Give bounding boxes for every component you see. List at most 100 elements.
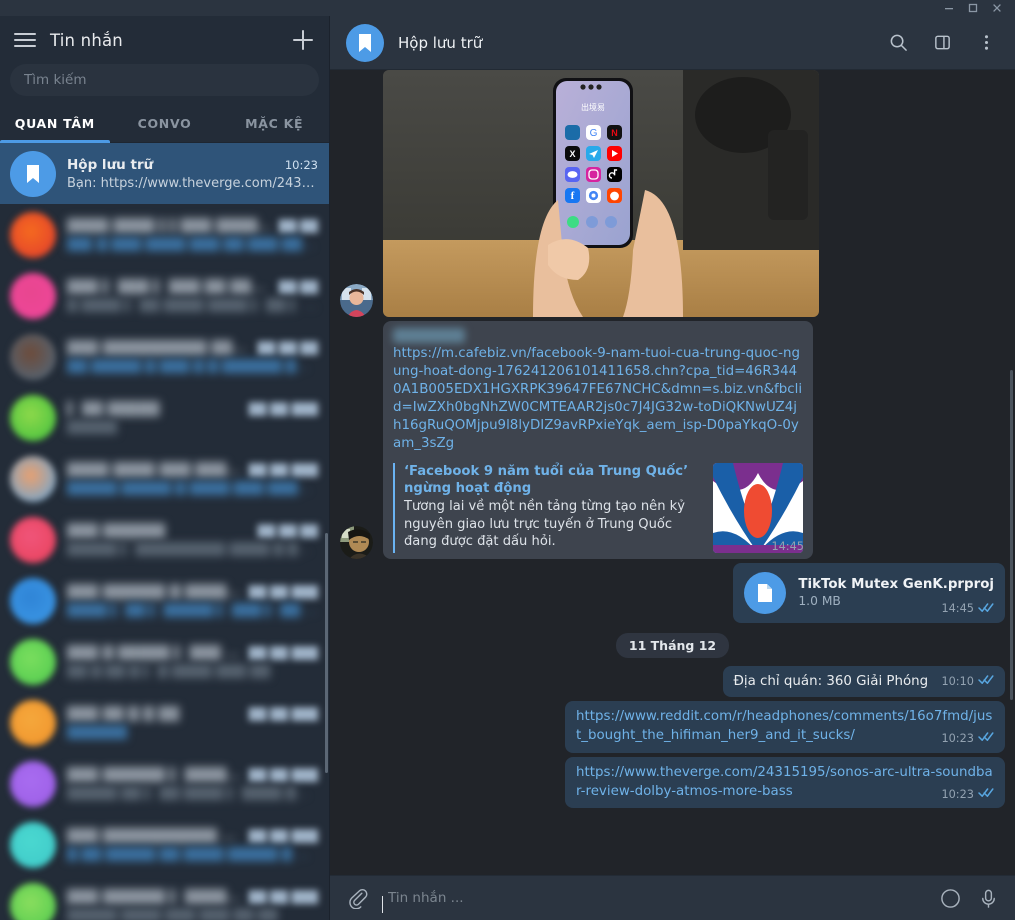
chat-item-preview: █████ ▌ █████████ ████ █ █████ <box>67 541 318 557</box>
chat-item-top: ███ █ █████ ▌ ███ ███ ▌ █████ ██ ██ ███ <box>67 645 318 661</box>
message-meta: 10:23 <box>941 787 994 803</box>
message-input-wrap[interactable] <box>382 890 925 913</box>
message-url[interactable]: https://www.reddit.com/r/headphones/comm… <box>576 709 992 743</box>
avatar[interactable] <box>10 150 56 197</box>
chat-title: Hộp lưu trữ <box>398 33 483 52</box>
window-minimize-button[interactable] <box>937 0 961 16</box>
chat-item-name: ███ ██████ ▌ ██████ <box>67 766 243 783</box>
search-icon[interactable] <box>883 28 913 58</box>
message-link-reddit[interactable]: https://www.reddit.com/r/headphones/comm… <box>340 701 1005 753</box>
message-url[interactable]: https://www.theverge.com/24315195/sonos-… <box>576 765 993 799</box>
document-icon[interactable] <box>744 571 787 614</box>
avatar[interactable] <box>10 272 56 319</box>
messages-scrollbar[interactable] <box>1010 370 1013 700</box>
sticker-icon[interactable] <box>937 885 963 911</box>
file-bubble[interactable]: TikTok Mutex GenK.prproj 1.0 MB 14:45 <box>733 562 1005 623</box>
paperclip-icon[interactable] <box>344 885 370 911</box>
chat-item-time: ██ ██ ███ <box>248 401 318 416</box>
chat-list-item[interactable]: ▌ ██ █████ ██ ██ ███ █████ <box>0 387 329 448</box>
sender-name-masked <box>393 328 465 343</box>
chat-item-name: ███ ███████████ ██ ██████████ <box>67 827 243 844</box>
avatar[interactable] <box>10 760 56 807</box>
text-message-bubble[interactable]: Địa chỉ quán: 360 Giải Phóng 10:10 <box>722 665 1005 698</box>
chat-list-item[interactable]: ███ ██ █ █ ██ ██ ██ ███ ██████ <box>0 692 329 753</box>
hamburger-icon[interactable] <box>14 29 36 51</box>
tab-convo[interactable]: CONVO <box>110 105 220 142</box>
read-receipt-icon <box>978 674 994 690</box>
svg-text:N: N <box>611 128 618 138</box>
message-input[interactable] <box>382 890 925 906</box>
link-preview-title[interactable]: ‘Facebook 9 năm tuổi của Trung Quốc’ ngừ… <box>404 463 703 497</box>
chat-list-item[interactable]: ███ ▌ ███ ▌ ███ ██ ███ ███ ██ ██:██ █ ████… <box>0 265 329 326</box>
chat-item-body: ███ ██████ ██ ██ ██ █████ ▌ █████████ ████… <box>67 523 318 557</box>
avatar[interactable] <box>10 821 56 868</box>
chat-list-item[interactable]: ███ █ █████ ▌ ███ ███ ▌ ███████ ██ ███ ██… <box>0 631 329 692</box>
photo-attachment[interactable]: 出境易 G N X f <box>383 70 819 317</box>
avatar[interactable] <box>10 333 56 380</box>
svg-text:G: G <box>590 128 598 139</box>
window-maximize-button[interactable] <box>961 0 985 16</box>
chat-item-body: ███ ██████ ▌ ██████ ██ ██ ███ █████ ██ ▌ █… <box>67 767 318 801</box>
chat-list-item[interactable]: ███ ██████ ▌ ██████ ██ ██ ███ █████ ██ ▌ █… <box>0 753 329 814</box>
chat-item-name: ███ ▌ ███ ▌ ███ ██ ███ ███ ██ <box>67 279 273 295</box>
avatar[interactable] <box>340 284 373 317</box>
link-preview-description: Tương lai về một nền tảng từng tạo nên k… <box>404 498 685 550</box>
chat-item-top: ▌ ██ █████ ██ ██ ███ <box>67 401 318 417</box>
tab-mac-ke[interactable]: MẶC KỆ <box>219 105 329 142</box>
message-text[interactable]: Địa chỉ quán: 360 Giải Phóng 10:10 <box>340 665 1005 698</box>
chat-list-item[interactable]: ████ ████ ▌▌███ ███████▌ ▌ █████ ██:██ ██▌… <box>0 204 329 265</box>
chat-list-item[interactable]: ███ ██████ ▌ ███████ ▌ ██ ██ ██ ███ █████ … <box>0 875 329 920</box>
avatar[interactable] <box>10 394 56 441</box>
chat-item-top: ███ ██████ ██ ██ ██ <box>67 523 318 539</box>
tab-quan-tam[interactable]: QUAN TÂM <box>0 105 110 143</box>
more-options-icon[interactable] <box>971 28 1001 58</box>
link-preview-card[interactable]: ‘Facebook 9 năm tuổi của Trung Quốc’ ngừ… <box>393 462 803 553</box>
telegram-window: Tin nhắn QUAN TÂM CONVO MẶC KỆ Hộp lưu t… <box>0 0 1015 920</box>
sidebar: Tin nhắn QUAN TÂM CONVO MẶC KỆ Hộp lưu t… <box>0 16 330 920</box>
chat-item-preview: ██████ <box>67 724 127 740</box>
plus-icon[interactable] <box>291 28 315 52</box>
chat-list-item[interactable]: ███ ██████████ ██ ██ ██ ██ ██ █████ █ ███ … <box>0 326 329 387</box>
message-link-verge[interactable]: https://www.theverge.com/24315195/sonos-… <box>340 756 1005 809</box>
search-box[interactable] <box>10 64 319 96</box>
microphone-icon[interactable] <box>975 885 1001 911</box>
link-message-bubble[interactable]: https://www.theverge.com/24315195/sonos-… <box>565 756 1005 809</box>
avatar[interactable] <box>340 525 373 559</box>
chat-list-item-selected[interactable]: Hộp lưu trữ 10:23 Bạn: https://www.theverg… <box>0 143 329 204</box>
avatar[interactable] <box>10 638 56 685</box>
link-message-bubble[interactable]: https://www.reddit.com/r/headphones/comm… <box>565 701 1005 753</box>
chat-item-time: ██ ██ ███ <box>248 828 318 843</box>
window-close-button[interactable] <box>985 0 1009 16</box>
message-url[interactable]: https://m.cafebiz.vn/facebook-9-nam-tuoi… <box>393 345 803 454</box>
avatar[interactable] <box>10 211 56 258</box>
message-photo[interactable]: 出境易 G N X f <box>340 70 1005 317</box>
sidebar-scrollbar[interactable] <box>325 533 328 773</box>
chat-item-preview: ██ █ ██ █ ▌ █ ████ ███ ██ <box>67 663 271 679</box>
chat-item-body: ███ ███████████ ██ ██ ██ ███ █ ██ ██ ██ █ ██ █ … <box>67 828 318 862</box>
chat-list-item[interactable]: ████ ████ ███ ███ ██ ██ ██ ███ █████ █████… <box>0 448 329 509</box>
message-composer <box>330 875 1015 920</box>
chat-item-body: ████ ████ ▌▌███ ███████▌ ▌ █████ ██:██ ██▌… <box>67 218 318 252</box>
search-input[interactable] <box>24 72 305 88</box>
link-message-bubble[interactable]: https://m.cafebiz.vn/facebook-9-nam-tuoi… <box>383 321 813 559</box>
avatar[interactable] <box>10 455 56 502</box>
chat-list-item[interactable]: ███ ███████████ ██ ██ ██ ███ █ ██ ██ ██ █ ██ █ … <box>0 814 329 875</box>
chat-item-preview: ██ █████ █ ███ █ █ ██████ ██ ▌ █ ███ ██▌… <box>67 358 318 374</box>
svg-text:X: X <box>569 149 575 159</box>
avatar[interactable] <box>10 577 56 624</box>
split-view-icon[interactable] <box>927 28 957 58</box>
message-timestamp: 10:10 <box>941 674 974 688</box>
message-list[interactable]: 出境易 G N X f https://m.cafebiz.vn/faceboo… <box>330 70 1015 875</box>
avatar[interactable] <box>10 882 56 920</box>
avatar[interactable] <box>10 516 56 563</box>
message-timestamp: 14:45 <box>941 602 974 616</box>
chat-list-item[interactable]: ███ ██████ █ █████ ▌ ▌ ███████ ██ ██████… <box>0 570 329 631</box>
message-file[interactable]: TikTok Mutex GenK.prproj 1.0 MB 14:45 <box>340 562 1005 623</box>
file-name: TikTok Mutex GenK.prproj <box>798 577 994 593</box>
message-link-preview[interactable]: https://m.cafebiz.vn/facebook-9-nam-tuoi… <box>340 321 1005 559</box>
chat-list[interactable]: Hộp lưu trữ 10:23 Bạn: https://www.theverg… <box>0 143 329 920</box>
chat-item-body: ███ █ █████ ▌ ███ ███ ▌ ███████ ██ ███ ██… <box>67 645 318 679</box>
chat-list-item[interactable]: ███ ██████ ██ ██ ██ █████ ▌ █████████ ████… <box>0 509 329 570</box>
chat-item-time: ██ ██ ███ <box>248 462 318 477</box>
avatar[interactable] <box>10 699 56 746</box>
